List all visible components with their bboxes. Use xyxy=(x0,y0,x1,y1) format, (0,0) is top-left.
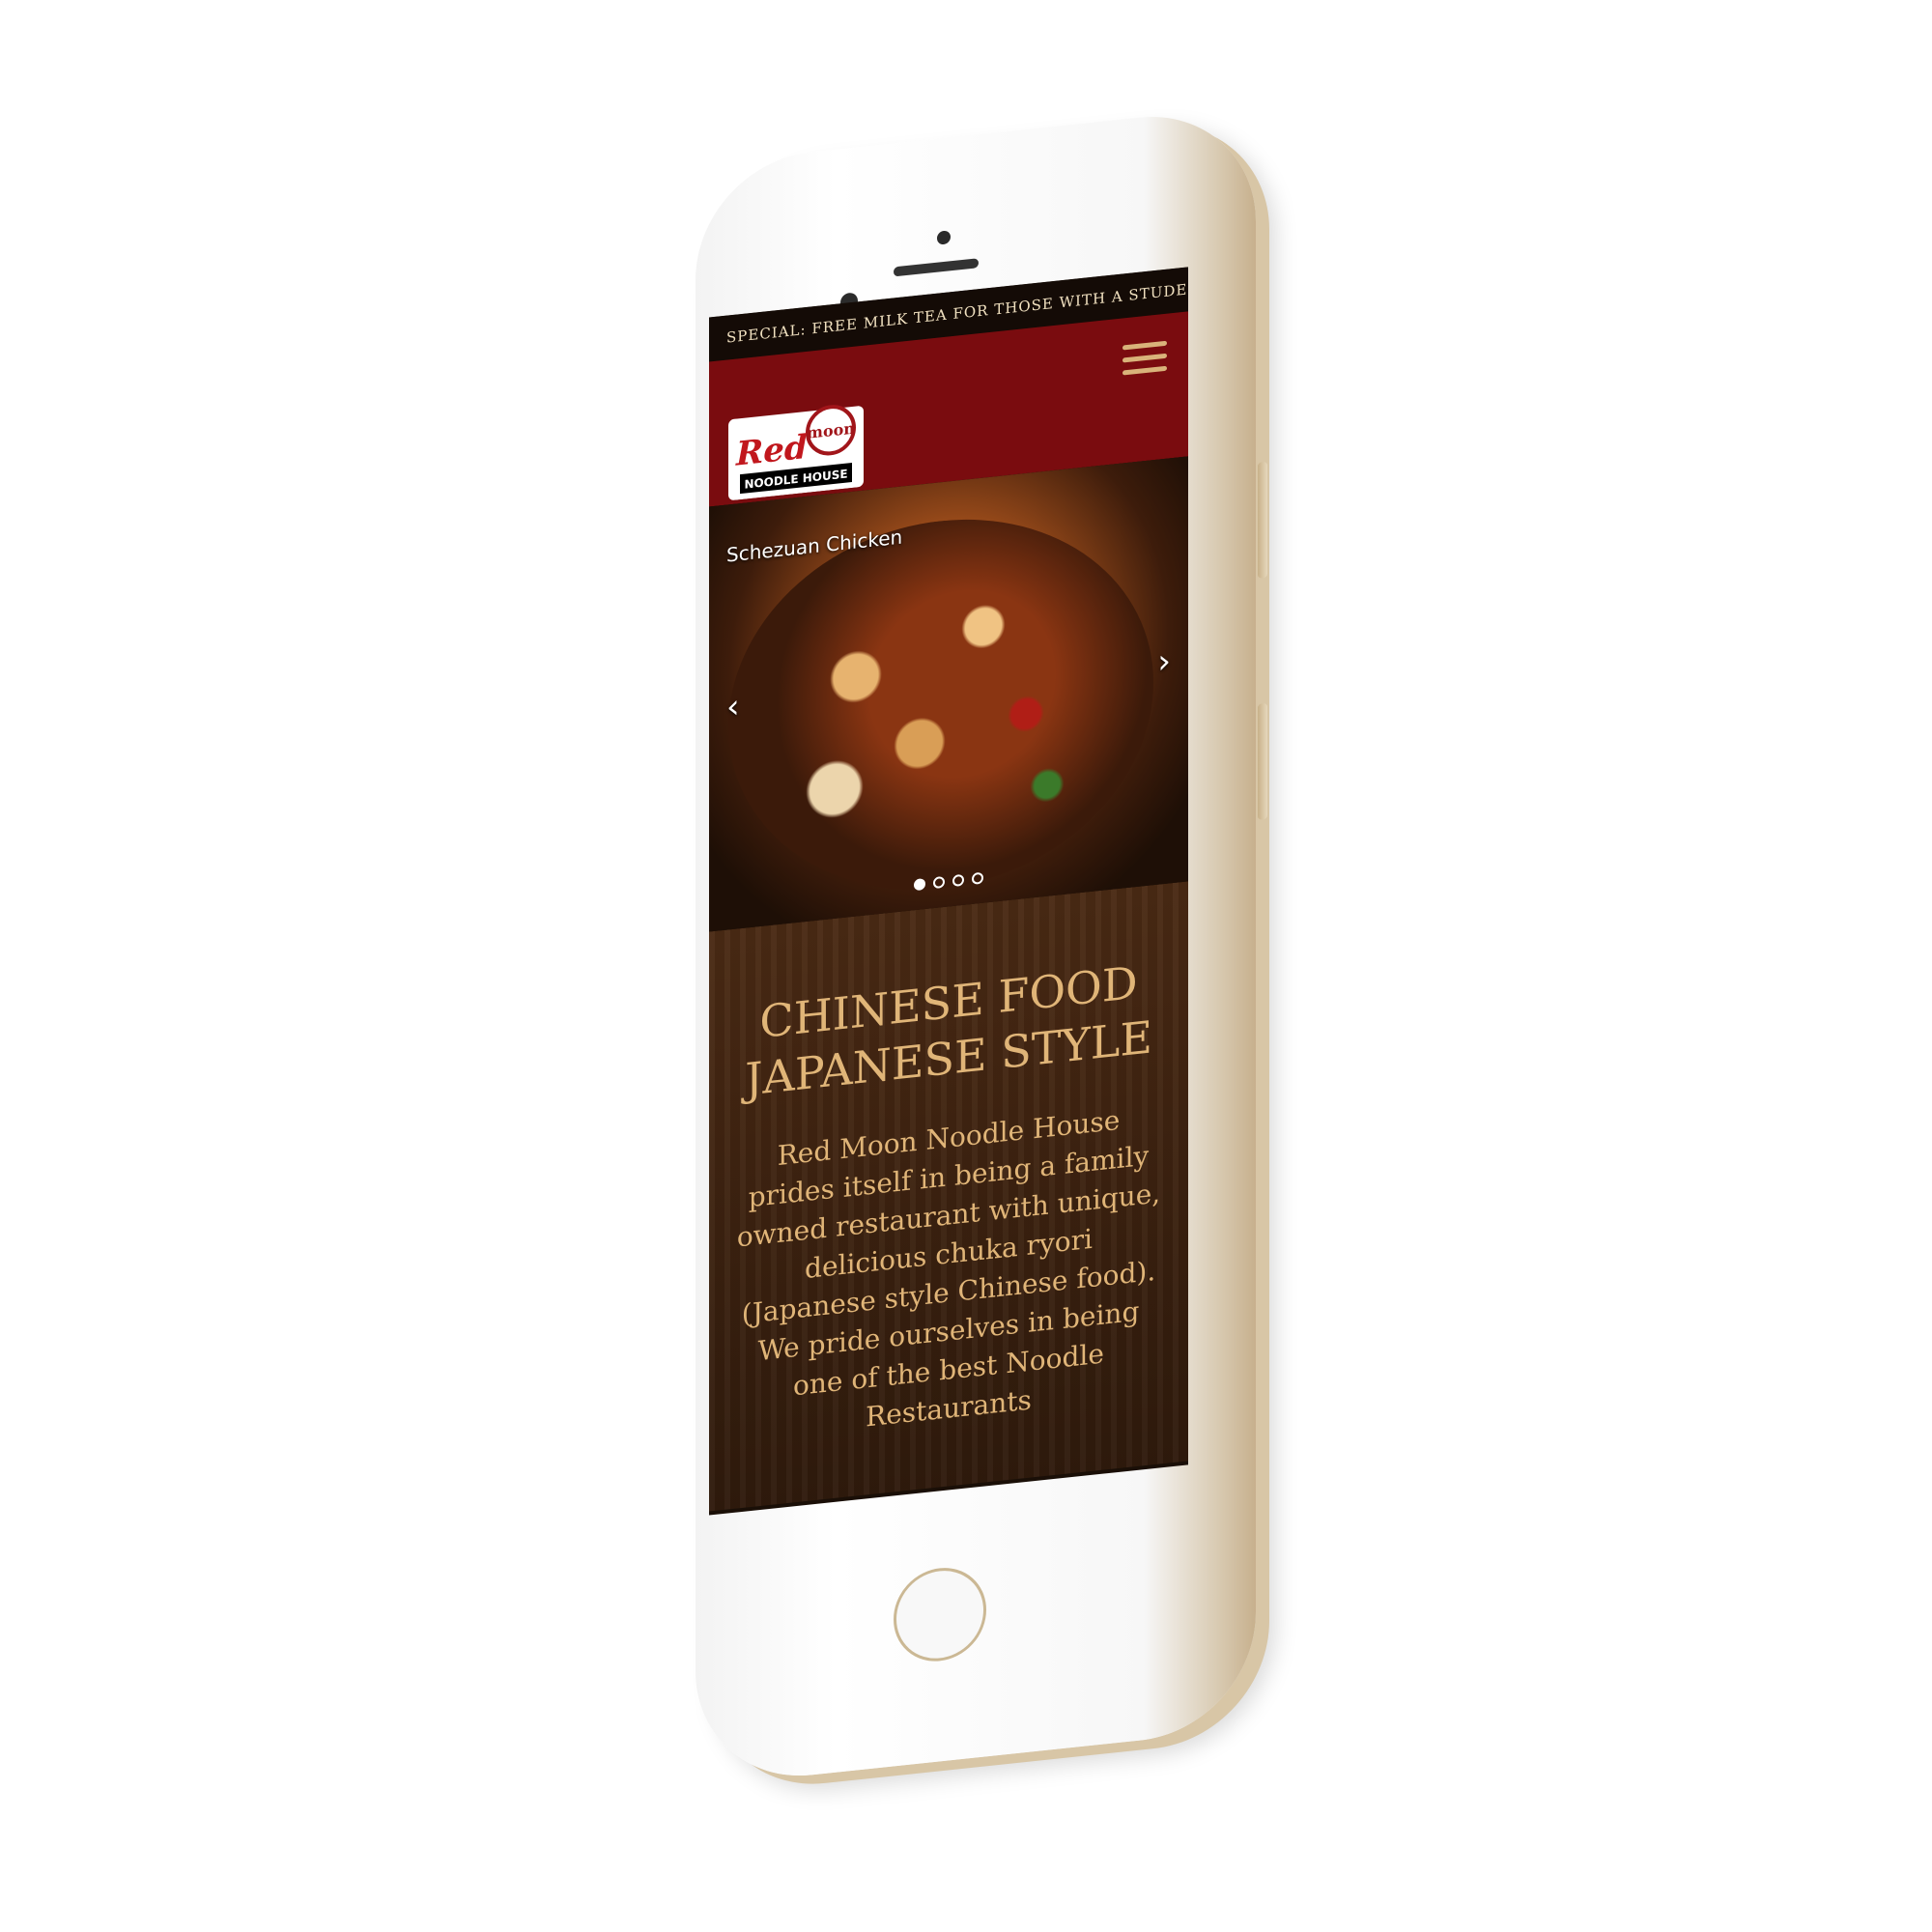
about-section: CHINESE FOOD JAPANESE STYLE Red Moon Noo… xyxy=(709,881,1188,1512)
page-headline: CHINESE FOOD JAPANESE STYLE xyxy=(736,952,1161,1108)
image-carousel[interactable]: Schezuan Chicken ‹ › xyxy=(709,456,1188,932)
chevron-left-icon[interactable]: ‹ xyxy=(726,687,740,726)
power-button xyxy=(1258,702,1267,820)
intro-paragraph: Red Moon Noodle House prides itself in b… xyxy=(736,1103,1161,1434)
hamburger-menu-icon[interactable] xyxy=(1122,340,1167,381)
phone-screen: SPECIAL: FREE MILK TEA FOR THOSE WITH A … xyxy=(709,267,1188,1516)
volume-button xyxy=(1258,461,1267,579)
logo-main-text: Red xyxy=(735,428,808,474)
carousel-dot-3[interactable] xyxy=(952,873,964,888)
red-moon-logo[interactable]: moon Red NOODLE HOUSE xyxy=(728,402,864,501)
carousel-dot-2[interactable] xyxy=(933,875,945,890)
phone-mockup: SPECIAL: FREE MILK TEA FOR THOSE WITH A … xyxy=(696,105,1267,1787)
carousel-dot-1[interactable] xyxy=(914,877,925,892)
carousel-dot-4[interactable] xyxy=(972,871,983,885)
carousel-image-schezuan-chicken xyxy=(728,498,1153,911)
chevron-right-icon[interactable]: › xyxy=(1157,641,1171,681)
